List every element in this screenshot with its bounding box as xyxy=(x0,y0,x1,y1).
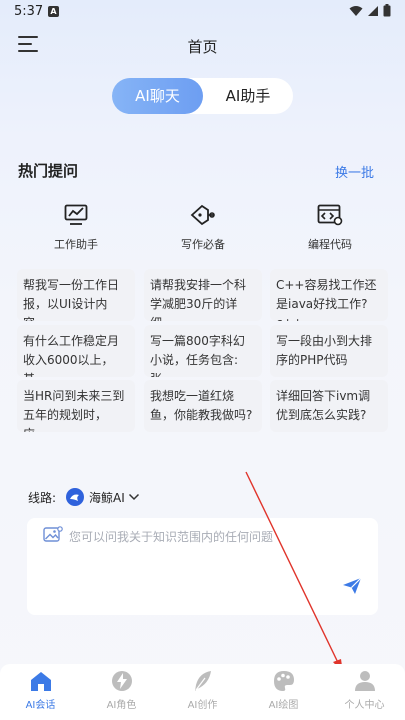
code-window-icon xyxy=(317,204,343,226)
question-card[interactable]: 请帮我安排一个科学减肥30斤的详细… xyxy=(144,269,262,321)
home-icon xyxy=(30,672,51,691)
whale-logo-icon xyxy=(66,488,85,506)
category-work-assistant[interactable]: 工作助手 xyxy=(16,204,136,252)
question-card[interactable]: 详细回答下ivm调优到底怎么实践? xyxy=(270,380,388,432)
notification-a-icon: A xyxy=(48,6,59,17)
refresh-button[interactable]: 换一批 xyxy=(335,162,374,181)
question-card[interactable]: 写一篇800字科幻小说，任务包含: 张… xyxy=(144,325,262,377)
cellular-icon xyxy=(368,5,378,16)
feather-icon xyxy=(194,671,211,691)
status-time: 5:37 xyxy=(14,4,44,19)
status-bar: 5:37 A xyxy=(0,0,405,24)
question-card[interactable]: 帮我写一份工作日报，以UI设计内容… xyxy=(17,269,135,321)
route-row: 线路: 海鲸AI xyxy=(28,488,140,506)
question-card[interactable]: 有什么工作稳定月收入6000以上，基… xyxy=(17,325,135,377)
image-upload-icon[interactable] xyxy=(43,526,63,548)
category-label: 编程代码 xyxy=(308,238,352,251)
category-writing[interactable]: 写作必备 xyxy=(143,204,263,252)
chart-monitor-icon xyxy=(64,204,88,225)
annotation-arrow-icon xyxy=(245,471,344,674)
status-icons xyxy=(349,4,391,17)
header: 首页 xyxy=(0,24,405,64)
category-coding[interactable]: 编程代码 xyxy=(270,204,390,252)
tab-ai-chat[interactable]: AI聊天 xyxy=(112,78,203,114)
nav-ai-chat[interactable]: AI会话 xyxy=(0,664,81,720)
nav-ai-role[interactable]: AI角色 xyxy=(81,664,162,720)
tab-ai-assistant[interactable]: AI助手 xyxy=(203,78,293,114)
bottom-nav: AI会话 AI角色 AI创作 AI绘图 个人中心 xyxy=(0,664,405,720)
person-icon xyxy=(354,671,375,691)
category-label: 工作助手 xyxy=(54,238,98,251)
hot-questions-title: 热门提问 xyxy=(18,162,79,180)
mode-tabs: AI聊天 AI助手 xyxy=(112,78,293,114)
nav-ai-create[interactable]: AI创作 xyxy=(162,664,243,720)
question-card[interactable]: 写一段由小到大排序的PHP代码 xyxy=(270,325,388,377)
question-card[interactable]: 我想吃一道红烧鱼，你能教我做吗? xyxy=(144,380,262,432)
page-title: 首页 xyxy=(187,38,218,56)
model-selector[interactable]: 海鲸AI xyxy=(66,488,140,506)
pen-nib-icon xyxy=(190,204,215,226)
question-card[interactable]: C++容易找工作还是iava好找工作?c++… xyxy=(270,269,388,321)
palette-icon xyxy=(273,671,294,691)
category-label: 写作必备 xyxy=(181,238,225,251)
wifi-icon xyxy=(349,5,363,16)
battery-icon xyxy=(383,4,391,17)
nav-profile[interactable]: 个人中心 xyxy=(324,664,405,720)
lightning-icon xyxy=(111,671,132,691)
chevron-down-icon xyxy=(128,493,139,501)
question-card[interactable]: 当HR问到未来三到五年的规划时，应… xyxy=(17,380,135,432)
nav-ai-draw[interactable]: AI绘图 xyxy=(243,664,324,720)
model-name: 海鲸AI xyxy=(89,490,125,505)
route-label: 线路: xyxy=(28,490,57,505)
